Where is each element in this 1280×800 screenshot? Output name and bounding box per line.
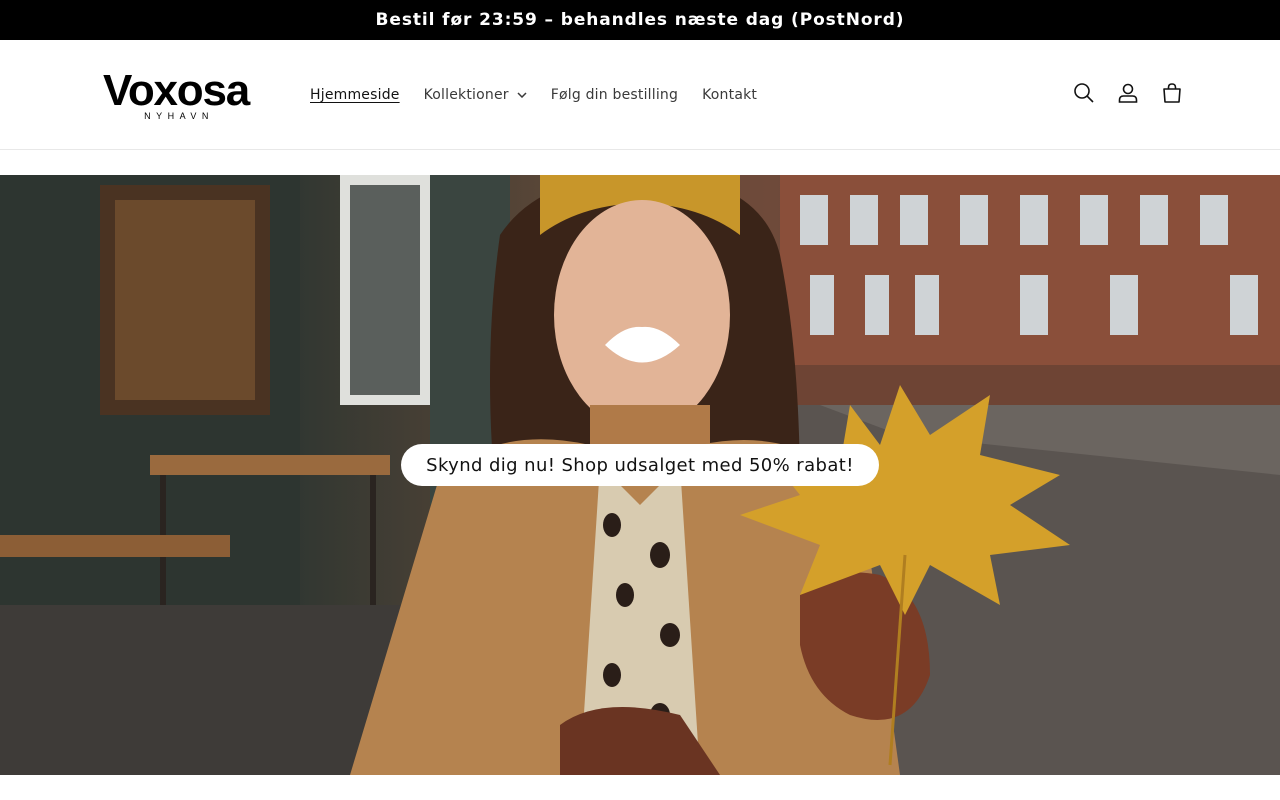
account-icon (1117, 82, 1139, 108)
nav-item-track-order[interactable]: Følg din bestilling (539, 87, 690, 103)
nav-item-collections[interactable]: Kollektioner (412, 87, 539, 103)
nav-item-contact[interactable]: Kontakt (690, 87, 769, 103)
site-header: Voxosa NYHAVN Hjemmeside Kollektioner Fø… (0, 40, 1280, 150)
logo-name: Voxosa (102, 66, 250, 115)
cart-button[interactable] (1150, 73, 1194, 117)
nav-item-collections-label: Kollektioner (423, 87, 509, 103)
hero-banner: Skynd dig nu! Shop udsalget med 50% raba… (0, 175, 1280, 775)
announcement-bar: Bestil før 23:59 – behandles næste dag (… (0, 0, 1280, 40)
chevron-down-icon (517, 92, 527, 98)
account-button[interactable] (1106, 73, 1150, 117)
search-icon (1073, 82, 1095, 108)
nav-item-home[interactable]: Hjemmeside (298, 87, 412, 103)
main-nav: Hjemmeside Kollektioner Følg din bestill… (298, 40, 769, 150)
announcement-text: Bestil før 23:59 – behandles næste dag (… (375, 10, 905, 30)
search-button[interactable] (1062, 73, 1106, 117)
cart-icon (1161, 82, 1183, 108)
shop-sale-button[interactable]: Skynd dig nu! Shop udsalget med 50% raba… (401, 444, 879, 486)
header-icons (1062, 40, 1194, 150)
logo[interactable]: Voxosa NYHAVN (95, 66, 257, 122)
